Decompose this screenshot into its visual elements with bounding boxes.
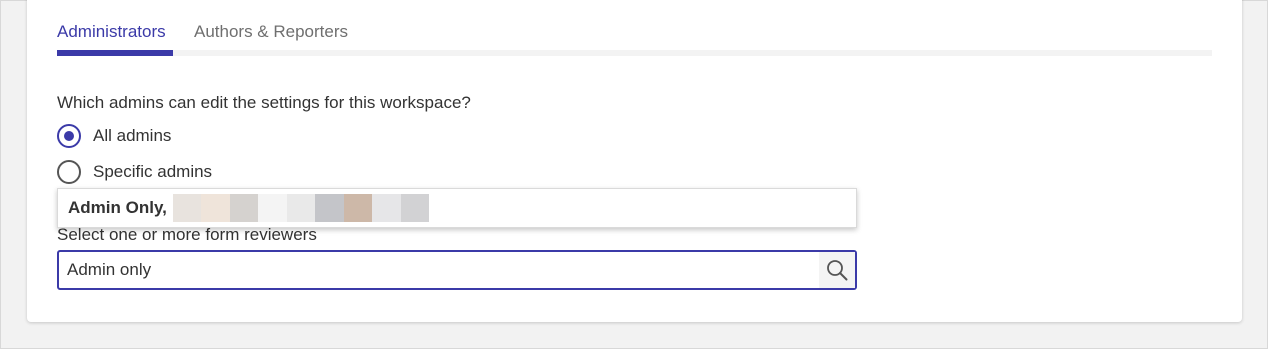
search-icon bbox=[827, 260, 848, 281]
redacted-block bbox=[286, 194, 316, 222]
reviewers-field-label: Select one or more form reviewers bbox=[57, 225, 317, 244]
tab-bar: Administrators Authors & Reporters bbox=[57, 19, 1212, 57]
tab-authors-reporters[interactable]: Authors & Reporters bbox=[194, 22, 348, 42]
redacted-block bbox=[229, 194, 259, 222]
redacted-block bbox=[258, 194, 287, 222]
option-specific-admins[interactable]: Specific admins bbox=[57, 160, 212, 184]
redacted-block bbox=[172, 194, 202, 222]
suggestion-name: Admin Only, bbox=[68, 198, 167, 217]
redacted-block bbox=[343, 194, 373, 222]
redacted-block bbox=[315, 194, 344, 222]
radio-button-checked[interactable] bbox=[57, 124, 81, 148]
question-label: Which admins can edit the settings for t… bbox=[57, 93, 471, 112]
autocomplete-suggestion[interactable]: Admin Only, bbox=[57, 188, 857, 228]
tab-administrators[interactable]: Administrators bbox=[57, 22, 166, 42]
redacted-block bbox=[400, 194, 430, 222]
reviewer-search-box[interactable] bbox=[57, 250, 857, 290]
tab-track bbox=[57, 50, 1212, 56]
radio-button-unchecked[interactable] bbox=[57, 160, 81, 184]
option-all-admins[interactable]: All admins bbox=[57, 124, 171, 148]
reviewer-search-input[interactable] bbox=[67, 252, 817, 288]
redacted-block bbox=[201, 194, 230, 222]
redacted-email bbox=[172, 194, 430, 222]
settings-card: Administrators Authors & Reporters Which… bbox=[27, 0, 1242, 322]
search-button[interactable] bbox=[819, 252, 855, 288]
active-tab-indicator bbox=[57, 50, 173, 56]
redacted-block bbox=[372, 194, 401, 222]
option-label: All admins bbox=[93, 126, 172, 145]
option-label: Specific admins bbox=[93, 162, 213, 181]
